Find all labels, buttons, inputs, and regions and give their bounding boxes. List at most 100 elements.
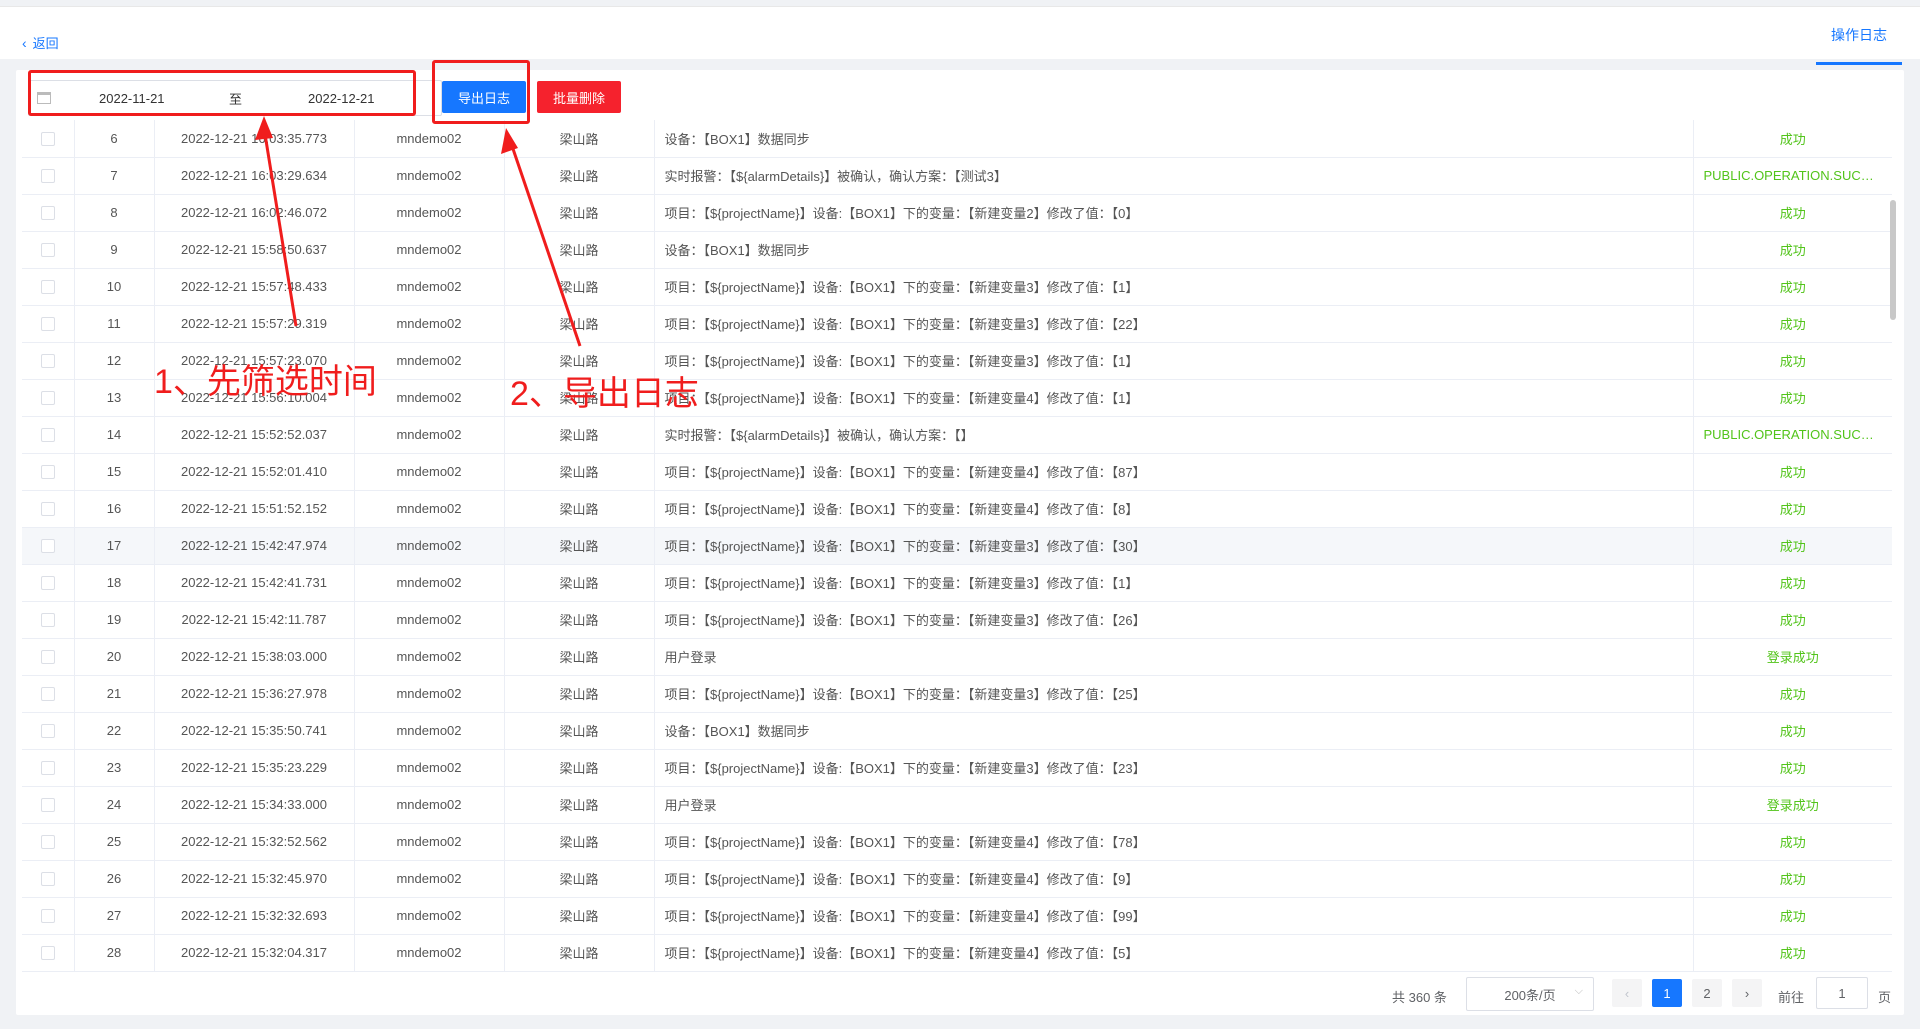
prev-page-button[interactable]: ‹ (1612, 979, 1642, 1007)
checkbox[interactable] (40, 391, 55, 406)
table-row[interactable]: 9 2022-12-21 15:58:50.637 mndemo02 梁山路 设备：【B… (22, 231, 1892, 269)
page-button-2[interactable]: 2 (1692, 979, 1722, 1007)
chevron-left-icon: ‹ (1624, 985, 1630, 1001)
table-row[interactable]: 23 2022-12-21 15:35:23.229 mndemo02 梁山路 项目：【… (22, 749, 1892, 787)
row-checkbox[interactable] (22, 231, 75, 269)
next-page-button[interactable]: › (1732, 979, 1762, 1007)
row-time: 2022-12-21 15:57:23.070 (154, 342, 355, 380)
table-row[interactable]: 7 2022-12-21 16:03:29.634 mndemo02 梁山路 实时报警：… (22, 157, 1892, 195)
checkbox[interactable] (40, 428, 55, 443)
table-row[interactable]: 14 2022-12-21 15:52:52.037 mndemo02 梁山路 实时报警… (22, 416, 1892, 454)
row-time: 2022-12-21 15:42:11.787 (154, 601, 355, 639)
row-checkbox[interactable] (22, 638, 75, 676)
table-row[interactable]: 21 2022-12-21 15:36:27.978 mndemo02 梁山路 项目：【… (22, 675, 1892, 713)
row-checkbox[interactable] (22, 379, 75, 417)
page-button-1[interactable]: 1 (1652, 979, 1682, 1007)
checkbox[interactable] (40, 465, 55, 480)
row-result: 登录成功 (1693, 786, 1892, 824)
table-row[interactable]: 16 2022-12-21 15:51:52.152 mndemo02 梁山路 项目：【… (22, 490, 1892, 528)
checkbox[interactable] (40, 354, 55, 369)
row-number: 20 (74, 638, 155, 676)
table-row[interactable]: 13 2022-12-21 15:56:10.004 mndemo02 梁山路 项目：【… (22, 379, 1892, 417)
row-number: 16 (74, 490, 155, 528)
row-checkbox[interactable] (22, 305, 75, 343)
page-size-select[interactable]: 200条/页 ⌵ (1466, 977, 1594, 1011)
row-checkbox[interactable] (22, 749, 75, 787)
table-row[interactable]: 8 2022-12-21 16:02:46.072 mndemo02 梁山路 项目：【$… (22, 194, 1892, 232)
row-checkbox[interactable] (22, 564, 75, 602)
checkbox[interactable] (40, 835, 55, 850)
row-checkbox[interactable] (22, 712, 75, 750)
row-checkbox[interactable] (22, 490, 75, 528)
table-row[interactable]: 22 2022-12-21 15:35:50.741 mndemo02 梁山路 设备：【… (22, 712, 1892, 750)
row-checkbox[interactable] (22, 342, 75, 380)
row-checkbox[interactable] (22, 120, 75, 158)
goto-page-input[interactable] (1816, 977, 1868, 1009)
back-link[interactable]: ‹ 返回 (22, 33, 59, 52)
checkbox[interactable] (40, 872, 55, 887)
checkbox[interactable] (40, 613, 55, 628)
export-log-button[interactable]: 导出日志 (442, 81, 526, 113)
row-number: 24 (74, 786, 155, 824)
table-row[interactable]: 20 2022-12-21 15:38:03.000 mndemo02 梁山路 用户登录… (22, 638, 1892, 676)
row-checkbox[interactable] (22, 527, 75, 565)
row-location: 梁山路 (504, 194, 655, 232)
table-row[interactable]: 25 2022-12-21 15:32:52.562 mndemo02 梁山路 项目：【… (22, 823, 1892, 861)
date-start[interactable]: 2022-11-21 (99, 91, 165, 106)
row-checkbox[interactable] (22, 601, 75, 639)
checkbox[interactable] (40, 576, 55, 591)
page-size-value: 200条/页 (1504, 987, 1556, 1003)
checkbox[interactable] (40, 798, 55, 813)
table-row[interactable]: 19 2022-12-21 15:42:11.787 mndemo02 梁山路 项目：【… (22, 601, 1892, 639)
table-row[interactable]: 26 2022-12-21 15:32:45.970 mndemo02 梁山路 项目：【… (22, 860, 1892, 898)
table-row[interactable]: 15 2022-12-21 15:52:01.410 mndemo02 梁山路 项目：【… (22, 453, 1892, 491)
table-row[interactable]: 18 2022-12-21 15:42:41.731 mndemo02 梁山路 项目：【… (22, 564, 1892, 602)
row-time: 2022-12-21 15:52:52.037 (154, 416, 355, 454)
row-result: 成功 (1693, 379, 1892, 417)
table-row[interactable]: 27 2022-12-21 15:32:32.693 mndemo02 梁山路 项目：【… (22, 897, 1892, 935)
row-checkbox[interactable] (22, 268, 75, 306)
date-end[interactable]: 2022-12-21 (308, 91, 375, 106)
row-number: 8 (74, 194, 155, 232)
table-row[interactable]: 12 2022-12-21 15:57:23.070 mndemo02 梁山路 项目：【… (22, 342, 1892, 380)
row-checkbox[interactable] (22, 823, 75, 861)
table-row[interactable]: 10 2022-12-21 15:57:48.433 mndemo02 梁山路 项目：【… (22, 268, 1892, 306)
checkbox[interactable] (40, 317, 55, 332)
row-checkbox[interactable] (22, 194, 75, 232)
checkbox[interactable] (40, 169, 55, 184)
toolbar: 2022-11-21 至 2022-12-21 导出日志 批量删除 (16, 70, 1904, 120)
checkbox[interactable] (40, 132, 55, 147)
row-result: PUBLIC.OPERATION.SUCCESS (1693, 157, 1892, 195)
row-checkbox[interactable] (22, 675, 75, 713)
batch-delete-button[interactable]: 批量删除 (537, 81, 621, 113)
table-row[interactable]: 11 2022-12-21 15:57:29.319 mndemo02 梁山路 项目：【… (22, 305, 1892, 343)
date-range-picker[interactable]: 2022-11-21 至 2022-12-21 (28, 80, 442, 116)
checkbox[interactable] (40, 909, 55, 924)
row-detail: 设备：【BOX1】数据同步 (654, 120, 1694, 158)
row-checkbox[interactable] (22, 453, 75, 491)
checkbox[interactable] (40, 280, 55, 295)
checkbox[interactable] (40, 687, 55, 702)
checkbox[interactable] (40, 502, 55, 517)
checkbox[interactable] (40, 206, 55, 221)
row-checkbox[interactable] (22, 786, 75, 824)
tab-operation-log[interactable]: 操作日志 (1816, 21, 1902, 65)
checkbox[interactable] (40, 650, 55, 665)
row-checkbox[interactable] (22, 416, 75, 454)
table-row[interactable]: 24 2022-12-21 15:34:33.000 mndemo02 梁山路 用户登录… (22, 786, 1892, 824)
row-checkbox[interactable] (22, 860, 75, 898)
checkbox[interactable] (40, 243, 55, 258)
row-time: 2022-12-21 15:34:33.000 (154, 786, 355, 824)
row-checkbox[interactable] (22, 897, 75, 935)
row-checkbox[interactable] (22, 934, 75, 972)
row-checkbox[interactable] (22, 157, 75, 195)
checkbox[interactable] (40, 761, 55, 776)
table-row[interactable]: 6 2022-12-21 16:03:35.773 mndemo02 梁山路 设备：【B… (22, 120, 1892, 158)
table-scrollbar[interactable] (1890, 200, 1896, 320)
table-row[interactable]: 28 2022-12-21 15:32:04.317 mndemo02 梁山路 项目：【… (22, 934, 1892, 972)
row-user: mndemo02 (354, 305, 505, 343)
checkbox[interactable] (40, 724, 55, 739)
checkbox[interactable] (40, 946, 55, 961)
checkbox[interactable] (40, 539, 55, 554)
table-row[interactable]: 17 2022-12-21 15:42:47.974 mndemo02 梁山路 项目：【… (22, 527, 1892, 565)
